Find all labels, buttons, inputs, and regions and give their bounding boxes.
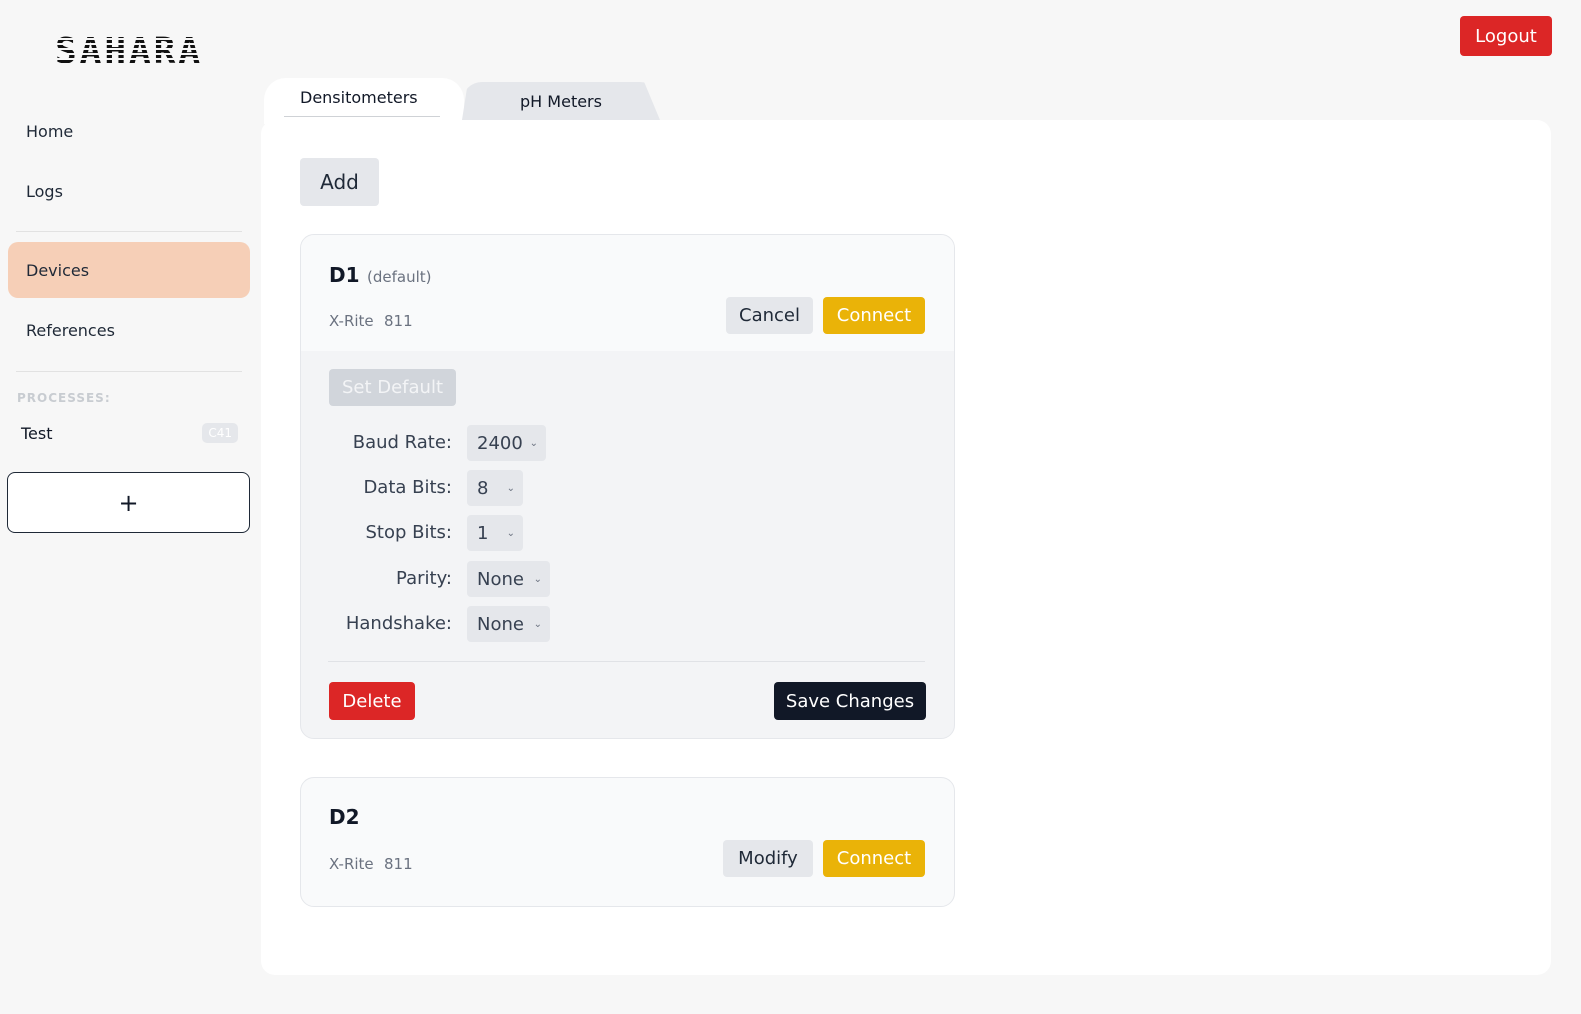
- tab-ph-meters[interactable]: pH Meters: [462, 82, 660, 120]
- device-brand: X-Rite: [329, 855, 374, 873]
- handshake-label: Handshake:: [345, 613, 452, 634]
- parity-select[interactable]: None ⌄: [467, 561, 550, 597]
- chevron-down-icon: ⌄: [529, 437, 538, 449]
- device-model: 811: [384, 312, 413, 330]
- select-value: None: [477, 568, 524, 590]
- sidebar-item-devices[interactable]: Devices: [8, 242, 250, 298]
- sidebar-divider: [16, 371, 242, 372]
- device-model: 811: [384, 855, 413, 873]
- sidebar-item-label: Home: [26, 121, 74, 141]
- plus-icon: +: [118, 488, 139, 517]
- data-bits-label: Data Bits:: [363, 477, 452, 498]
- baud-rate-label: Baud Rate:: [352, 432, 452, 453]
- select-value: 1: [477, 522, 489, 544]
- app-root: SAHARA Home Logs Devices References PROC…: [0, 0, 1581, 1014]
- data-bits-select[interactable]: 8 ⌄: [467, 470, 523, 506]
- active-tab-indicator: [284, 116, 440, 117]
- tab-densitometers[interactable]: Densitometers: [300, 88, 418, 107]
- default-tag: (default): [367, 268, 432, 286]
- set-default-button[interactable]: Set Default: [329, 369, 456, 406]
- sidebar-item-label: References: [26, 320, 115, 340]
- select-value: 8: [477, 477, 489, 499]
- process-badge: C41: [202, 423, 238, 443]
- sidebar-divider: [16, 231, 242, 232]
- chevron-down-icon: ⌄: [533, 618, 542, 630]
- device-name: D1: [329, 263, 360, 287]
- connect-button[interactable]: Connect: [823, 840, 925, 877]
- sidebar-item-references[interactable]: References: [8, 302, 250, 358]
- parity-label: Parity:: [396, 568, 452, 589]
- card-divider: [328, 661, 925, 662]
- process-name: Test: [21, 423, 53, 443]
- stop-bits-label: Stop Bits:: [365, 522, 453, 543]
- chevron-down-icon: ⌄: [506, 482, 515, 494]
- add-device-button[interactable]: Add: [300, 158, 379, 206]
- select-value: 2400: [477, 432, 523, 454]
- select-value: None: [477, 613, 524, 635]
- device-name: D2: [329, 805, 360, 829]
- cancel-button[interactable]: Cancel: [726, 297, 813, 334]
- sidebar: Home Logs Devices References PROCESSES: …: [0, 0, 260, 1014]
- chevron-down-icon: ⌄: [533, 573, 542, 585]
- delete-button[interactable]: Delete: [329, 682, 415, 720]
- modify-button[interactable]: Modify: [723, 840, 813, 877]
- add-process-button[interactable]: +: [7, 472, 250, 533]
- sidebar-item-logs[interactable]: Logs: [8, 163, 250, 219]
- save-changes-button[interactable]: Save Changes: [774, 682, 926, 720]
- process-item-test[interactable]: Test C41: [21, 420, 238, 446]
- logout-button[interactable]: Logout: [1460, 16, 1552, 56]
- chevron-down-icon: ⌄: [506, 527, 515, 539]
- baud-rate-select[interactable]: 2400 ⌄: [467, 425, 546, 461]
- processes-heading: PROCESSES:: [17, 391, 111, 405]
- handshake-select[interactable]: None ⌄: [467, 606, 550, 642]
- sidebar-item-label: Logs: [26, 181, 63, 201]
- device-brand: X-Rite: [329, 312, 374, 330]
- sidebar-item-label: Devices: [26, 260, 90, 280]
- sidebar-item-home[interactable]: Home: [8, 103, 250, 159]
- tab-label: pH Meters: [520, 91, 602, 111]
- stop-bits-select[interactable]: 1 ⌄: [467, 515, 523, 551]
- connect-button[interactable]: Connect: [823, 297, 925, 334]
